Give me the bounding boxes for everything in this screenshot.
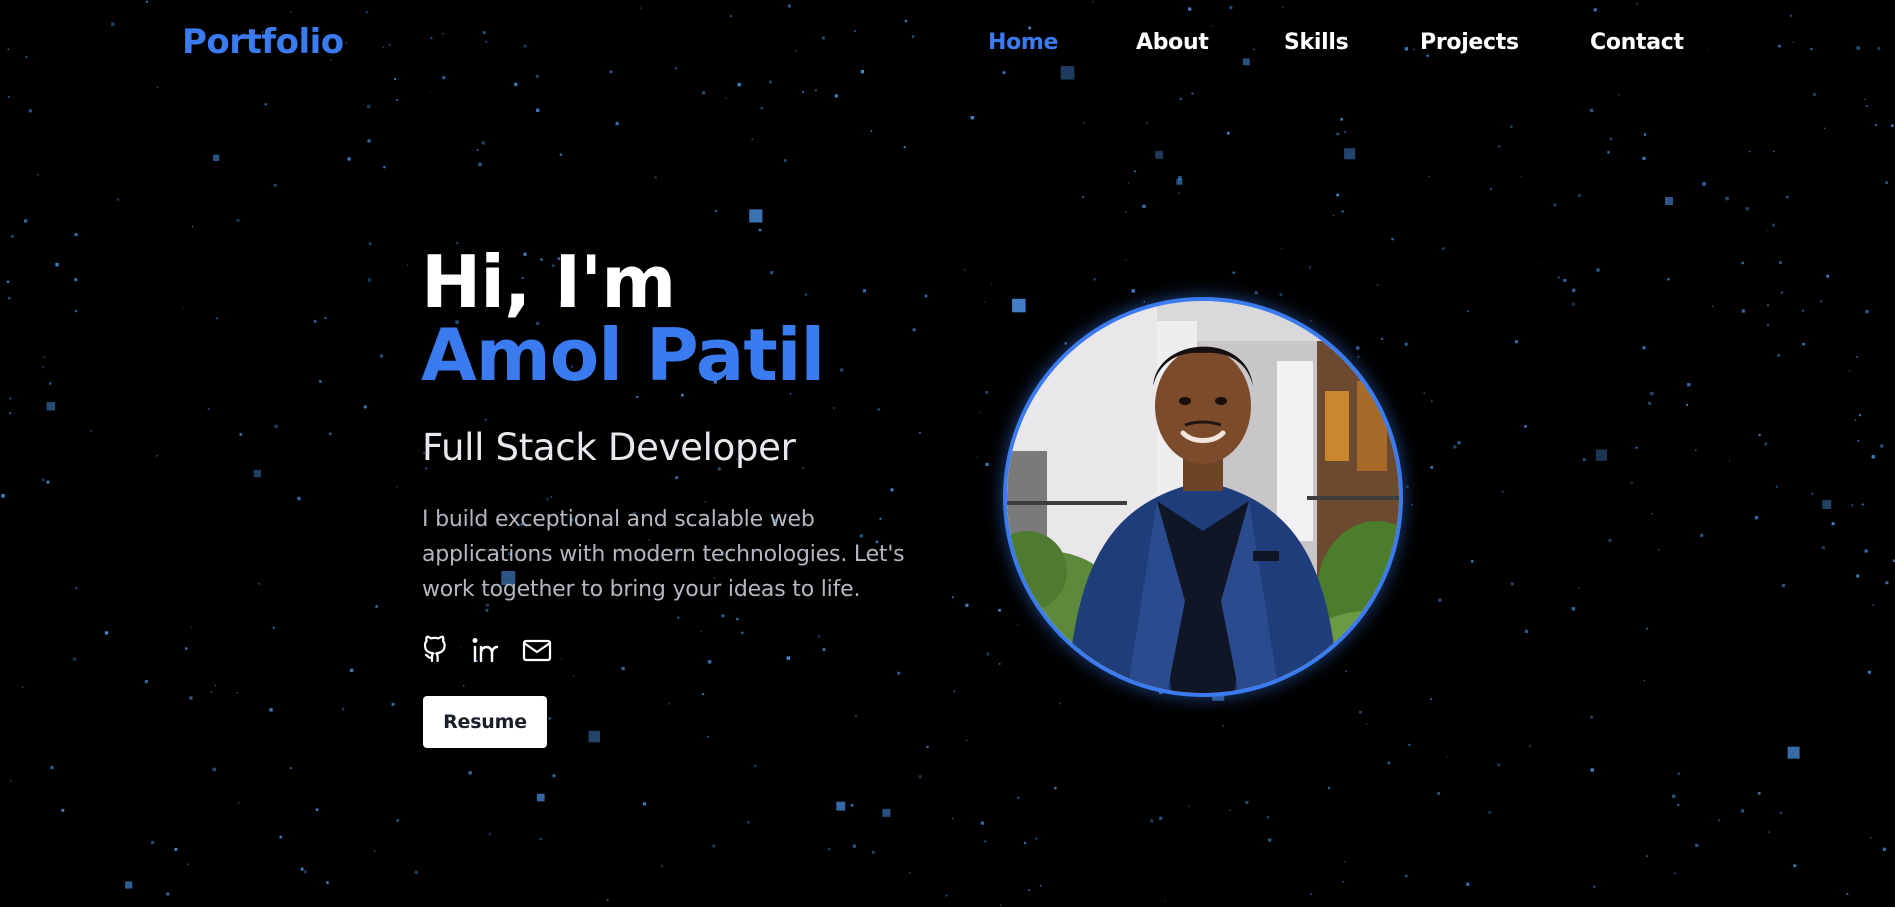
hero-description: I build exceptional and scalable web app… — [422, 507, 905, 602]
linkedin-icon[interactable] — [470, 634, 502, 666]
hero-greeting: Hi, I'm — [421, 240, 676, 324]
resume-button[interactable]: Resume — [423, 696, 547, 748]
mail-icon[interactable] — [521, 634, 553, 666]
hero-section: Hi, I'm Amol Patil Full Stack Developer … — [0, 0, 1895, 907]
hero-role: Full Stack Developer — [422, 426, 796, 469]
github-icon[interactable] — [420, 634, 452, 666]
profile-photo — [1003, 297, 1403, 697]
hero-name: Amol Patil — [421, 313, 825, 397]
